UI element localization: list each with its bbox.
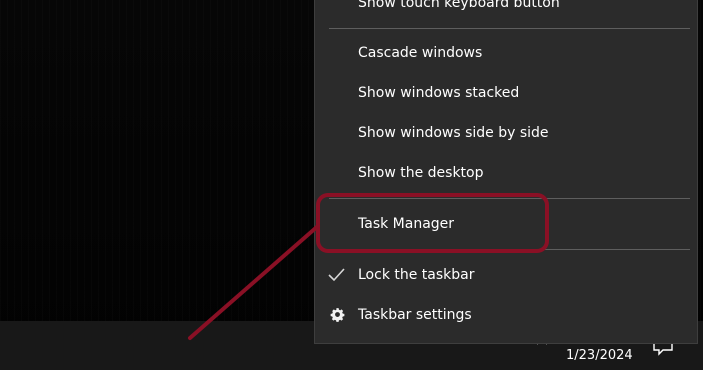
menu-separator: [329, 249, 690, 250]
menu-item-label: Show touch keyboard button: [358, 0, 560, 11]
menu-item-show-windows-stacked[interactable]: Show windows stacked: [315, 75, 697, 111]
taskbar-context-menu[interactable]: Show touch keyboard button Cascade windo…: [314, 0, 698, 344]
menu-item-label: Taskbar settings: [358, 307, 472, 323]
menu-item-label: Lock the taskbar: [358, 267, 475, 283]
menu-item-show-windows-side-by-side[interactable]: Show windows side by side: [315, 115, 697, 151]
menu-item-taskbar-settings[interactable]: Taskbar settings: [315, 297, 697, 333]
menu-item-show-touch-keyboard-button[interactable]: Show touch keyboard button: [315, 0, 697, 21]
menu-separator: [329, 28, 690, 29]
menu-item-label: Cascade windows: [358, 45, 483, 61]
menu-item-show-the-desktop[interactable]: Show the desktop: [315, 155, 697, 191]
desktop-screenshot: 1/23/2024 Show touch keyboard button Cas…: [0, 0, 703, 370]
menu-item-label: Task Manager: [358, 216, 455, 232]
menu-item-cascade-windows[interactable]: Cascade windows: [315, 35, 697, 71]
menu-item-label: Show windows stacked: [358, 85, 520, 101]
menu-item-label: Show windows side by side: [358, 125, 549, 141]
menu-item-task-manager[interactable]: Task Manager: [315, 206, 697, 242]
check-icon: [328, 268, 345, 282]
gear-icon: [330, 308, 345, 322]
menu-item-label: Show the desktop: [358, 165, 484, 181]
menu-item-lock-the-taskbar[interactable]: Lock the taskbar: [315, 257, 697, 293]
taskbar-date[interactable]: 1/23/2024: [566, 347, 636, 365]
menu-separator: [329, 198, 690, 199]
